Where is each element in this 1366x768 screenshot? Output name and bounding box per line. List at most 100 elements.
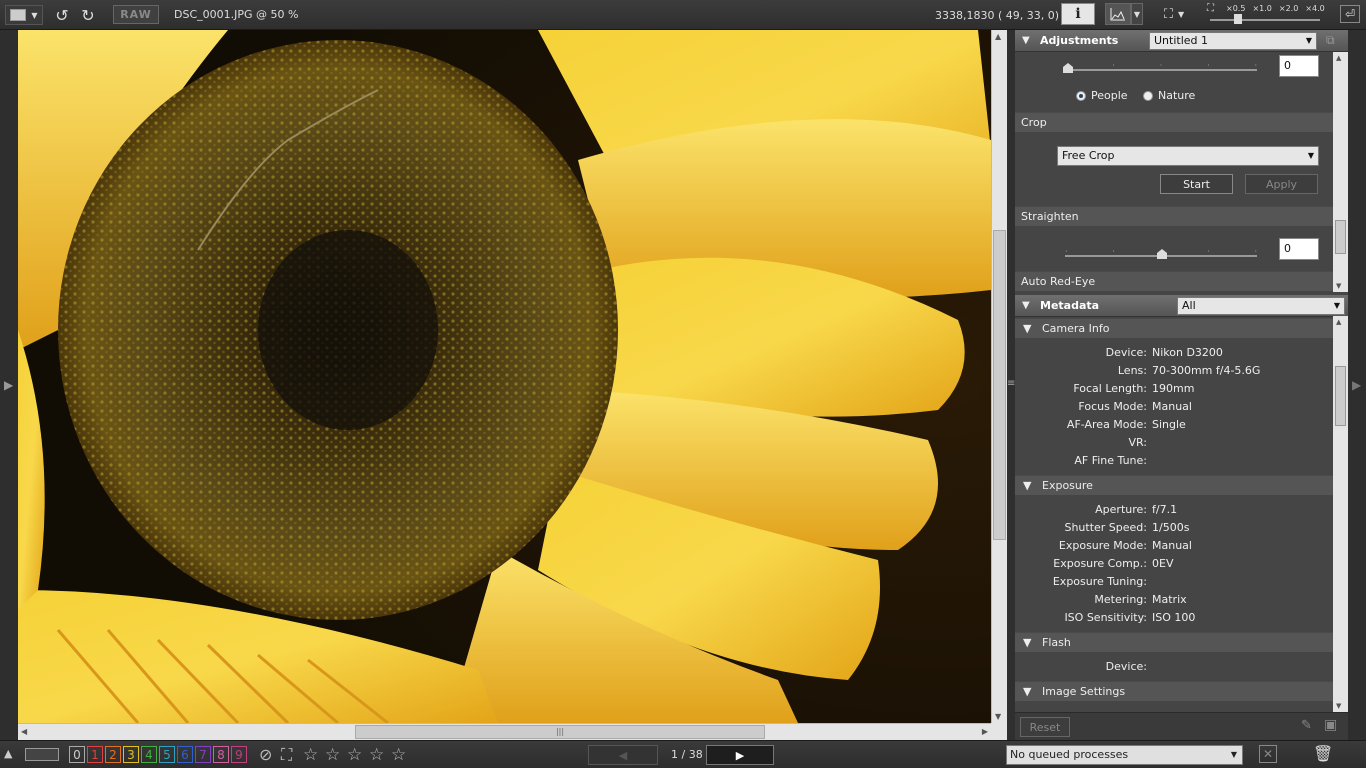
metadata-key: ISO Sensitivity: [1064,611,1147,624]
metadata-row: Focal Length: 190mm [1015,380,1333,398]
scroll-thumb[interactable] [993,230,1006,540]
image-settings-section-header[interactable]: ▼ Image Settings [1015,681,1333,701]
metadata-scrollbar[interactable]: ▲ ▼ [1333,316,1348,712]
star-icon[interactable]: ☆ [391,745,406,765]
star-icon[interactable]: ☆ [325,745,340,765]
scroll-down-arrow-icon[interactable]: ▼ [1336,282,1341,290]
collapse-icon[interactable]: ▼ [1023,636,1031,649]
adjustments-scrollbar[interactable]: ▲ ▼ [1333,52,1348,292]
collapse-icon[interactable]: ▼ [1023,322,1031,335]
star-icon[interactable]: ☆ [303,745,318,765]
image-viewer[interactable] [18,30,991,723]
radio-people[interactable]: People [1076,89,1128,102]
save-metadata-icon[interactable]: ▣ [1324,717,1337,733]
crop-mode-select[interactable]: Free Crop ▼ [1057,146,1319,166]
auto-redeye-section-header[interactable]: Auto Red-Eye [1015,271,1333,291]
histogram-button[interactable] [1105,3,1131,25]
color-label-1[interactable]: 1 [87,746,103,763]
radio-nature[interactable]: Nature [1143,89,1195,102]
crop-apply-button[interactable]: Apply [1245,174,1318,194]
color-label-8[interactable]: 8 [213,746,229,763]
rotate-left-icon[interactable]: ↺ [52,5,72,25]
metadata-header[interactable]: ▼ Metadata All ▼ [1015,295,1348,317]
scroll-up-arrow-icon[interactable]: ▲ [1336,318,1341,326]
left-panel-toggle[interactable]: ▶ [0,30,18,740]
zoom-label: ×2.0 [1278,4,1299,13]
right-panel-toggle[interactable]: ▶ [1348,30,1366,740]
adjustment-value-input[interactable]: 0 [1279,55,1319,77]
reject-icon[interactable]: ⊘ [259,745,272,764]
histogram-menu-arrow[interactable]: ▼ [1131,3,1143,25]
scroll-right-arrow-icon[interactable]: ▶ [982,727,988,736]
color-label-2[interactable]: 2 [105,746,121,763]
adjustments-preset-select[interactable]: Untitled 1 ▼ [1149,32,1317,50]
collapse-icon[interactable]: ▼ [1023,479,1031,492]
star-icon[interactable]: ☆ [347,745,362,765]
camera-info-section-header[interactable]: ▼ Camera Info [1015,318,1333,338]
raw-toggle-button[interactable]: RAW [113,5,159,24]
clear-rating-icon[interactable]: ⛶ [281,745,292,765]
viewer-horizontal-scrollbar[interactable]: ◀ ||| ▶ [18,723,991,740]
metadata-key: Device: [1105,346,1147,359]
collapse-icon[interactable]: ▼ [1022,300,1030,311]
exposure-section-header[interactable]: ▼ Exposure [1015,475,1333,495]
next-image-button[interactable]: ▶ [706,745,774,765]
previous-icon: ◀ [618,748,628,762]
straighten-slider[interactable]: ····· [1065,247,1257,259]
crop-section-header[interactable]: Crop [1015,112,1333,132]
info-button[interactable]: i [1061,3,1095,25]
scroll-thumb[interactable] [1335,366,1346,426]
adjustment-slider[interactable]: ····· [1063,61,1257,73]
color-label-0[interactable]: 0 [69,746,85,763]
scroll-down-arrow-icon[interactable]: ▼ [1336,702,1341,710]
color-label-3[interactable]: 3 [123,746,139,763]
filmstrip-toggle-icon[interactable]: ▲ [4,747,12,760]
previous-image-button[interactable]: ◀ [588,745,658,765]
fit-screen-button[interactable]: ⛶ ▼ [1156,4,1192,24]
scroll-thumb[interactable] [1335,220,1346,254]
metadata-key: Exposure Comp.: [1053,557,1147,570]
scroll-left-arrow-icon[interactable]: ◀ [21,727,27,736]
crop-start-button[interactable]: Start [1160,174,1233,194]
straighten-section-header[interactable]: Straighten [1015,206,1333,226]
color-label-5[interactable]: 5 [159,746,175,763]
view-mode-button[interactable]: ▼ [5,5,43,25]
process-queue-select[interactable]: No queued processes ▼ [1006,745,1243,765]
metadata-filter-select[interactable]: All ▼ [1177,297,1345,315]
scroll-down-arrow-icon[interactable]: ▼ [995,712,1001,721]
edit-metadata-icon[interactable]: ✎ [1301,718,1312,733]
metadata-row: Focus Mode: Manual [1015,398,1333,416]
adjustments-header[interactable]: ▼ Adjustments Untitled 1 ▼ ⧉ [1015,30,1348,52]
viewer-vertical-scrollbar[interactable]: ▲ ▼ [991,30,1007,723]
zoom-thumb[interactable] [1234,14,1242,24]
color-label-6[interactable]: 6 [177,746,193,763]
scroll-up-arrow-icon[interactable]: ▲ [1336,54,1341,62]
chevron-down-icon: ▼ [1305,36,1312,45]
exit-fullscreen-button[interactable]: ⏎ [1340,5,1360,23]
star-icon[interactable]: ☆ [369,745,384,765]
exposure-label: Exposure [1042,479,1093,492]
flash-section-header[interactable]: ▼ Flash [1015,632,1333,652]
rotate-right-icon[interactable]: ↻ [78,5,98,25]
radio-dot [1143,90,1153,101]
cancel-queue-icon[interactable]: ✕ [1259,745,1277,763]
reset-button[interactable]: Reset [1020,717,1070,737]
zoom-slider[interactable]: ⛶ ×0.5 ×1.0 ×2.0 ×4.0 [1204,2,1325,26]
collapse-icon[interactable]: ▼ [1022,35,1030,46]
scroll-thumb[interactable]: ||| [355,725,765,739]
chevron-down-icon: ▼ [1333,301,1340,310]
straighten-value-input[interactable]: 0 [1279,238,1319,260]
collapse-icon[interactable]: ▼ [1023,685,1031,698]
metadata-key: Exposure Mode: [1058,539,1147,552]
slider-ticks: ····· [1065,61,1257,70]
color-label-9[interactable]: 9 [231,746,247,763]
color-label-4[interactable]: 4 [141,746,157,763]
trash-icon[interactable]: 🗑 [1313,744,1333,763]
panel-splitter[interactable]: ≡ [1007,30,1015,740]
scroll-up-arrow-icon[interactable]: ▲ [995,32,1001,41]
filmstrip-layout-icon[interactable] [25,748,59,761]
next-icon: ▶ [735,748,745,762]
adjustments-title: Adjustments [1040,34,1119,47]
copy-adjustments-icon[interactable]: ⧉ [1326,33,1335,48]
color-label-7[interactable]: 7 [195,746,211,763]
